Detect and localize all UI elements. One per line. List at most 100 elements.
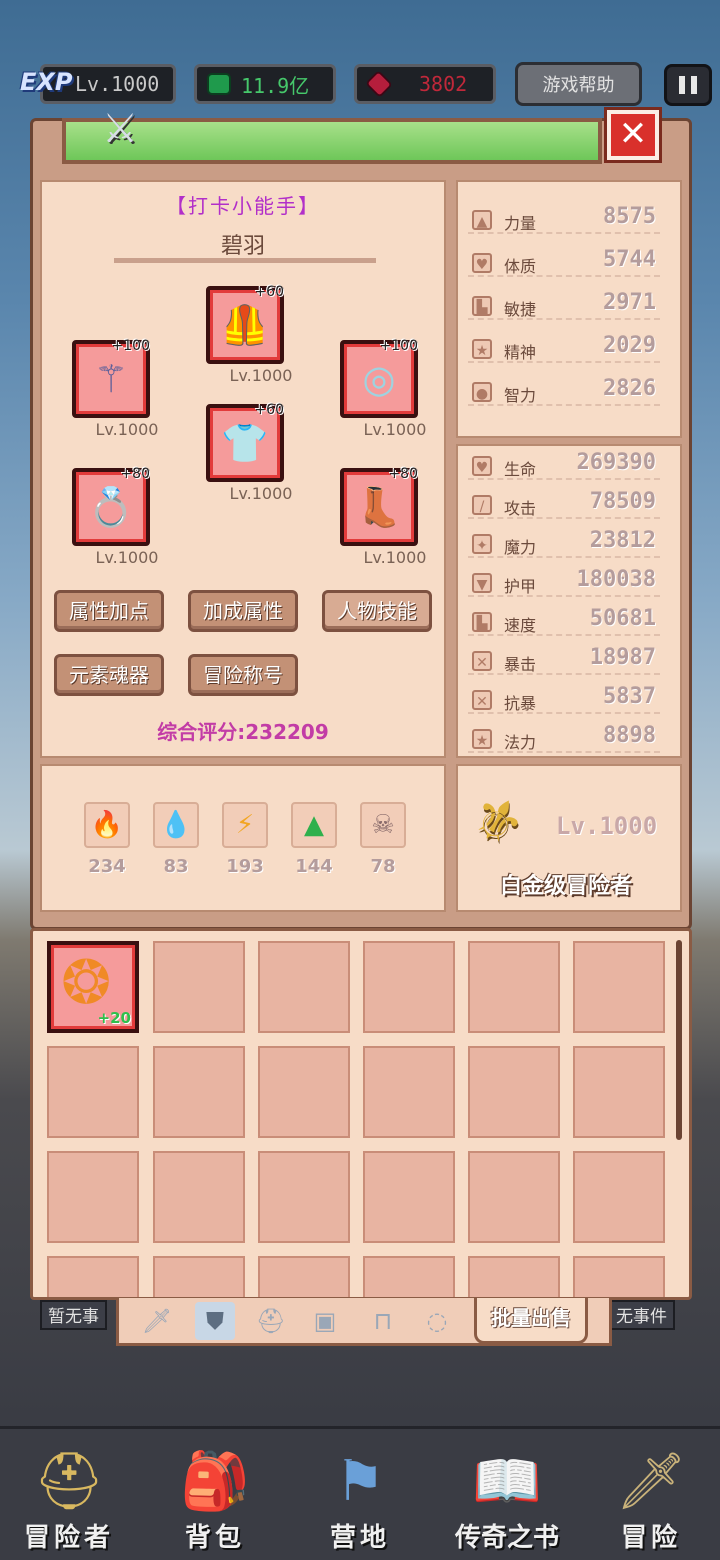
armor-vest-icon: 🦺 [221,303,269,347]
shield-disc-icon: ◎ [362,357,396,401]
equip-slot-boots[interactable]: 👢 +80 [340,466,418,546]
inventory-slot[interactable] [573,941,665,1033]
stat-row: ★ 精神 2029 [468,333,660,363]
inventory-slot[interactable] [153,1151,245,1243]
inventory-slot[interactable] [573,1256,665,1297]
inventory-slot[interactable] [258,1256,350,1297]
tab-armor[interactable]: ⛊ [195,1302,235,1340]
earth-icon: ▲ [291,802,337,848]
stat-row: ● 智力 2826 [468,376,660,406]
inventory-slot[interactable] [47,1046,139,1138]
adventure-title-button[interactable]: 冒险称号 [188,654,298,696]
inventory-slot[interactable] [573,1151,665,1243]
crit-icon: ✕ [472,651,492,671]
inventory-scrollbar[interactable] [676,940,682,1140]
brain-icon: ● [472,382,492,402]
element-lightning[interactable]: ⚡ 193 [222,802,268,877]
element-water[interactable]: 💧 83 [153,802,199,877]
equip-level: Lv.1000 [229,366,293,385]
nav-adventurer[interactable]: ⛑ 冒险者 [14,1447,124,1554]
nav-legend-book[interactable]: 📖 传奇之书 [452,1447,562,1554]
bonus-attributes-button[interactable]: 加成属性 [188,590,298,632]
inventory-slot[interactable] [363,1256,455,1297]
boot-icon: ▙ [472,612,492,632]
tab-weapon[interactable]: 🗡 [137,1302,177,1340]
inventory-slot[interactable] [468,1046,560,1138]
element-earth[interactable]: ▲ 144 [291,802,337,877]
spear-icon: ⚚ [93,357,129,401]
money-value: 11.9亿 [241,73,310,98]
game-help-button[interactable]: 游戏帮助 [515,62,642,106]
left-event-label: 暂无事 [40,1300,107,1330]
inventory-slot[interactable] [573,1046,665,1138]
name-divider [114,258,376,263]
tab-boots[interactable]: ⊓ [363,1302,403,1340]
amulet-icon: ❂ [61,948,112,1018]
inventory-slot[interactable] [258,1046,350,1138]
nav-camp[interactable]: ⚑ 营地 [305,1447,415,1554]
element-dark[interactable]: ☠ 78 [360,802,406,877]
nav-backpack[interactable]: 🎒 背包 [160,1447,270,1554]
pause-button[interactable] [664,64,712,106]
equip-slot-helmet[interactable]: 🦺 +60 [206,284,284,364]
element-soul-button[interactable]: 元素魂器 [54,654,164,696]
pause-icon [679,76,685,94]
tab-ring[interactable]: ◌ [417,1302,457,1340]
equip-slot-ring[interactable]: 💍 +80 [72,466,150,546]
stat-row: / 攻击 78509 [468,489,660,519]
inventory-slot[interactable] [363,941,455,1033]
ring-icon: ◌ [426,1307,448,1335]
top-bar: EXP Lv.1000 11.9亿 3802 游戏帮助 [0,60,720,110]
rank-level: Lv.1000 [556,812,658,840]
inventory-slot[interactable] [258,941,350,1033]
stat-row: ✦ 魔力 23812 [468,528,660,558]
character-name: 碧羽 [220,234,265,259]
crossed-swords-icon: ⚔ [102,106,138,152]
inventory-slot[interactable] [258,1151,350,1243]
equip-slot-shield[interactable]: ◎ +100 [340,338,418,418]
inventory-slot[interactable] [468,1256,560,1297]
ring-icon: 💍 [87,485,135,529]
attribute-points-button[interactable]: 属性加点 [54,590,164,632]
sword-icon: 🗡 [141,1307,173,1335]
inventory-slot[interactable] [153,1046,245,1138]
tab-helmet[interactable]: ⛑ [251,1302,291,1340]
stat-row: ✕ 暴击 18987 [468,645,660,675]
equip-slot-armor[interactable]: 👕 +60 [206,402,284,482]
inventory-slot[interactable] [468,1151,560,1243]
inventory-slot[interactable] [363,1046,455,1138]
tab-accessory[interactable]: ▣ [305,1302,345,1340]
emerald-icon [207,73,231,95]
ruby-icon [365,70,393,98]
helmet-icon: ⛑ [33,1449,105,1514]
overall-score: 综合评分:232209 [157,720,329,744]
sword-icon: / [472,495,492,515]
chest-icon: ▣ [313,1307,337,1335]
exp-badge: EXP [20,68,73,96]
character-skills-button[interactable]: 人物技能 [322,590,432,632]
gem-value: 3802 [419,72,468,96]
lightning-icon: ⚡ [222,802,268,848]
nav-adventure[interactable]: 🗡 冒险 [596,1447,706,1554]
shield-icon: ⛊ [206,1307,224,1335]
book-icon: 📖 [472,1449,542,1514]
inventory-slot[interactable] [153,941,245,1033]
pants-icon: ⊓ [373,1307,393,1335]
equip-slot-weapon[interactable]: ⚚ +100 [72,338,150,418]
inventory-slot[interactable] [47,1256,139,1297]
bulk-sell-button[interactable]: 批量出售 [474,1298,588,1344]
element-fire[interactable]: 🔥 234 [84,802,130,877]
inventory-slot[interactable] [47,1151,139,1243]
inventory-slot[interactable]: ❂ +20 [47,941,139,1033]
skull-icon: ☠ [360,802,406,848]
inventory-slot[interactable] [153,1256,245,1297]
shield-icon: ▼ [472,573,492,593]
inventory-slot[interactable] [468,941,560,1033]
star-icon: ★ [472,339,492,359]
stat-row: ★ 法力 8898 [468,723,660,753]
backpack-icon: 🎒 [180,1449,250,1514]
crit-resist-icon: ✕ [472,690,492,710]
equip-level: Lv.1000 [363,420,427,439]
close-button[interactable]: ✕ [604,107,662,163]
inventory-slot[interactable] [363,1151,455,1243]
